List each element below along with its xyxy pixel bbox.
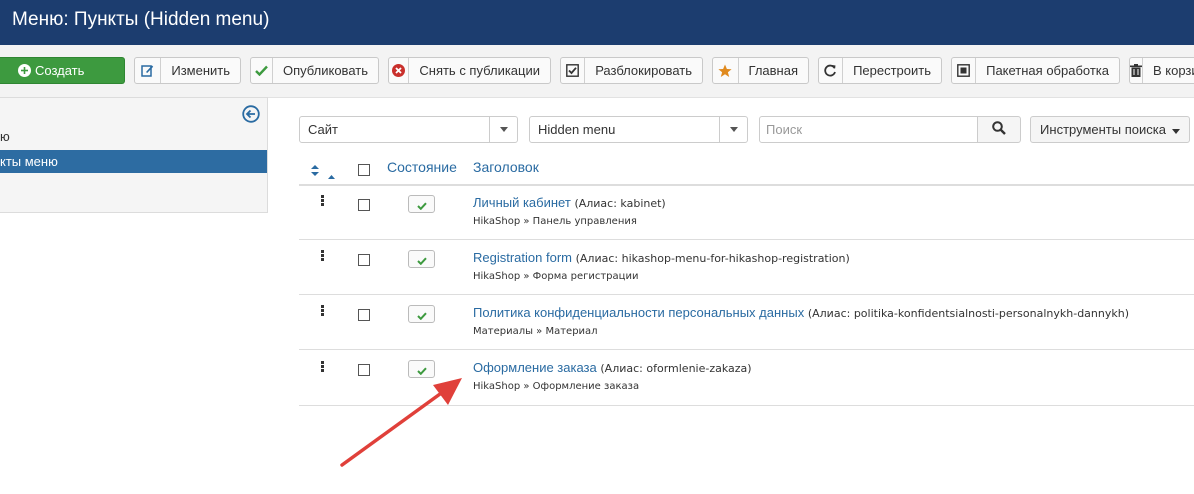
row-title: Личный кабинет — [473, 195, 571, 210]
sidebar: ю кты меню — [0, 97, 268, 213]
client-select[interactable]: Сайт — [299, 116, 518, 143]
home-button[interactable]: Главная — [712, 57, 809, 84]
check-icon — [416, 360, 427, 379]
row-menu-type: HikaShop » Оформление заказа — [473, 381, 640, 392]
plus-circle-icon — [0, 58, 35, 83]
batch-button[interactable]: Пакетная обработка — [951, 57, 1120, 84]
row-divider — [299, 294, 1194, 295]
page-title: Меню: Пункты (Hidden menu) — [12, 9, 270, 30]
drag-handle-icon[interactable] — [321, 305, 324, 317]
sidebar-item-menu-items[interactable]: кты меню — [0, 150, 267, 173]
select-all-checkbox[interactable] — [358, 164, 370, 176]
check-icon — [416, 195, 427, 214]
caret-down-icon — [489, 117, 517, 142]
search-tools-label: Инструменты поиска — [1040, 122, 1166, 137]
row-alias: (Алиас: oformlenie-zakaza) — [600, 362, 752, 375]
row-title-link[interactable]: Личный кабинет (Алиас: kabinet) — [473, 195, 666, 210]
drag-handle-icon[interactable] — [321, 361, 324, 373]
column-header-title[interactable]: Заголовок — [473, 159, 539, 175]
row-menu-type: Материалы » Материал — [473, 326, 598, 337]
drag-handle-icon[interactable] — [321, 250, 324, 262]
menu-select-value: Hidden menu — [538, 122, 616, 137]
unpublish-button-label: Снять с публикации — [419, 63, 540, 78]
menu-select[interactable]: Hidden menu — [529, 116, 748, 143]
row-alias: (Алиас: politika-konfidentsialnosti-pers… — [807, 307, 1129, 320]
caret-down-icon — [1171, 122, 1180, 137]
sidebar-item-menus[interactable]: ю — [0, 129, 10, 144]
published-status-button[interactable] — [408, 360, 435, 378]
row-title: Политика конфиденциальности персональных… — [473, 305, 805, 320]
check-icon — [416, 305, 427, 324]
cancel-circle-icon — [389, 58, 410, 83]
row-checkbox[interactable] — [358, 309, 370, 321]
page-header: Меню: Пункты (Hidden menu) — [0, 0, 1194, 45]
row-title-link[interactable]: Registration form (Алиас: hikashop-menu-… — [473, 250, 850, 265]
row-alias: (Алиас: kabinet) — [574, 197, 666, 210]
square-icon — [952, 58, 977, 83]
checkin-button[interactable]: Разблокировать — [560, 57, 703, 84]
column-header-status[interactable]: Состояние — [387, 159, 457, 175]
sort-asc-icon[interactable] — [328, 164, 335, 183]
collapse-sidebar-icon[interactable] — [242, 105, 260, 123]
check-icon — [416, 250, 427, 269]
trash-button[interactable]: В корзину — [1129, 57, 1194, 84]
sort-ordering-icon[interactable] — [311, 161, 319, 180]
published-status-button[interactable] — [408, 305, 435, 323]
caret-down-icon — [719, 117, 747, 142]
batch-button-label: Пакетная обработка — [986, 63, 1109, 78]
check-icon — [251, 58, 273, 83]
table-header-divider — [299, 184, 1194, 186]
refresh-icon — [819, 58, 844, 83]
checkin-button-label: Разблокировать — [595, 63, 692, 78]
row-divider — [299, 405, 1194, 406]
row-divider — [299, 349, 1194, 350]
row-checkbox[interactable] — [358, 254, 370, 266]
row-menu-type: HikaShop » Панель управления — [473, 216, 637, 227]
published-status-button[interactable] — [408, 195, 435, 213]
edit-icon — [135, 58, 162, 83]
row-checkbox[interactable] — [358, 364, 370, 376]
home-button-label: Главная — [748, 63, 798, 78]
publish-button-label: Опубликовать — [282, 63, 368, 78]
publish-button[interactable]: Опубликовать — [250, 57, 379, 84]
star-icon — [713, 58, 739, 83]
row-title-link[interactable]: Оформление заказа (Алиас: oformlenie-zak… — [473, 360, 752, 375]
search-tools-button[interactable]: Инструменты поиска — [1030, 116, 1190, 143]
unpublish-button[interactable]: Снять с публикации — [388, 57, 551, 84]
rebuild-button[interactable]: Перестроить — [818, 57, 942, 84]
row-alias: (Алиас: hikashop-menu-for-hikashop-regis… — [575, 252, 850, 265]
row-title-link[interactable]: Политика конфиденциальности персональных… — [473, 305, 1129, 320]
toolbar: Создать Изменить Опубликовать Снять с пу… — [0, 45, 1194, 98]
published-status-button[interactable] — [408, 250, 435, 268]
search-button[interactable] — [977, 116, 1021, 143]
trash-icon — [1130, 58, 1143, 83]
row-menu-type: HikaShop » Форма регистрации — [473, 271, 639, 282]
edit-button-label: Изменить — [171, 63, 230, 78]
edit-button[interactable]: Изменить — [134, 57, 241, 84]
drag-handle-icon[interactable] — [321, 195, 324, 207]
create-button[interactable]: Создать — [0, 57, 125, 84]
row-divider — [299, 239, 1194, 240]
create-button-label: Создать — [35, 63, 85, 78]
search-icon — [992, 120, 1006, 139]
checkbox-icon — [561, 58, 586, 83]
row-checkbox[interactable] — [358, 199, 370, 211]
client-select-value: Сайт — [308, 122, 338, 137]
rebuild-button-label: Перестроить — [853, 63, 931, 78]
row-title: Оформление заказа — [473, 360, 597, 375]
search-input[interactable] — [759, 116, 978, 143]
row-title: Registration form — [473, 250, 572, 265]
trash-button-label: В корзину — [1153, 63, 1194, 78]
